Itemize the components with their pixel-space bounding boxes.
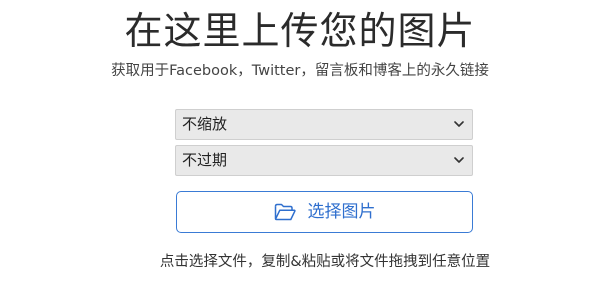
upload-page: 在这里上传您的图片 获取用于Facebook，Twitter，留言板和博客上的永… (0, 0, 600, 297)
chevron-down-icon (454, 121, 464, 127)
folder-open-icon (274, 203, 296, 221)
choose-image-label: 选择图片 (307, 202, 376, 222)
page-subtitle: 获取用于Facebook，Twitter，留言板和博客上的永久链接 (111, 63, 489, 79)
expiry-select[interactable]: 不过期 (175, 145, 473, 176)
resize-select-value: 不缩放 (182, 115, 228, 133)
chevron-down-icon (454, 157, 464, 163)
upload-hint: 点击选择文件，复制&粘贴或将文件拖拽到任意位置 (159, 254, 491, 270)
resize-select[interactable]: 不缩放 (175, 109, 473, 140)
expiry-select-value: 不过期 (182, 151, 228, 169)
page-title: 在这里上传您的图片 (124, 9, 476, 53)
choose-image-button[interactable]: 选择图片 (176, 191, 473, 233)
